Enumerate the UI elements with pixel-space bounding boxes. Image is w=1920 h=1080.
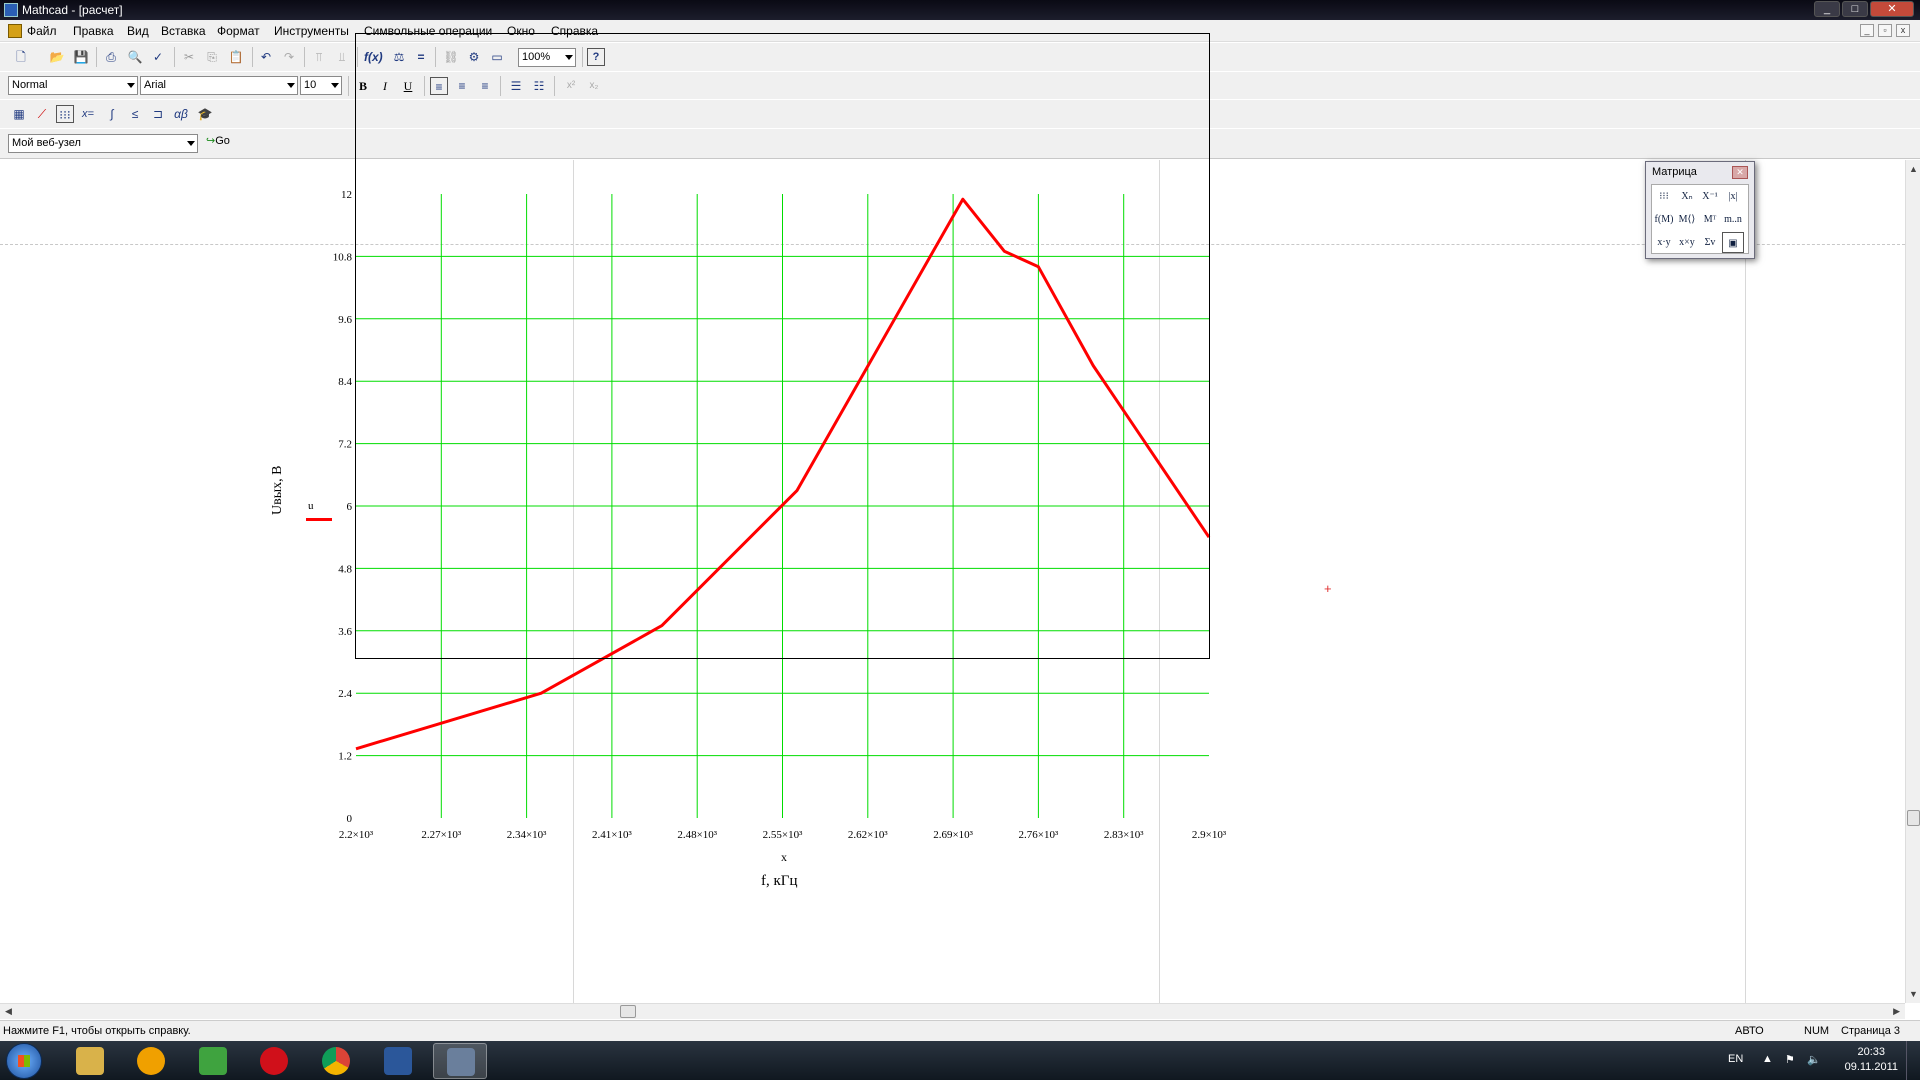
clock[interactable]: 20:33 09.11.2011 bbox=[1845, 1045, 1898, 1075]
y-tick-label: 0 bbox=[347, 813, 353, 825]
y-tick-label: 9.6 bbox=[338, 314, 352, 326]
palette-close-icon[interactable]: ✕ bbox=[1732, 166, 1748, 179]
word-icon bbox=[384, 1047, 412, 1075]
determinant-icon[interactable]: |x| bbox=[1722, 186, 1744, 207]
vertical-scrollbar[interactable]: ▲ ▼ bbox=[1905, 160, 1920, 1003]
y-tick-label: 2.4 bbox=[338, 688, 352, 700]
horizontal-scrollbar[interactable]: ◀ ▶ bbox=[0, 1003, 1905, 1019]
x-tick-label: 2.76×10³ bbox=[1019, 829, 1059, 841]
range-variable-icon[interactable]: m..n bbox=[1722, 209, 1744, 230]
matrix-palette[interactable]: Матрица ✕ ⁝⁝⁝ Xₙ X⁻¹ |x| f(M) M⟨⟩ Mᵀ m..… bbox=[1645, 161, 1755, 259]
y-tick-label: 1.2 bbox=[338, 751, 352, 763]
x-tick-label: 2.55×10³ bbox=[763, 829, 803, 841]
crosshair-cursor-icon: + bbox=[1324, 581, 1332, 596]
opera-icon bbox=[260, 1047, 288, 1075]
column-icon[interactable]: M⟨⟩ bbox=[1676, 209, 1698, 230]
vectorize-icon[interactable]: f(M) bbox=[1653, 209, 1675, 230]
taskbar-opera[interactable] bbox=[247, 1043, 301, 1079]
status-calc-mode: АВТО bbox=[1735, 1025, 1764, 1037]
taskbar-word[interactable] bbox=[371, 1043, 425, 1079]
taskbar-explorer[interactable] bbox=[63, 1043, 117, 1079]
show-desktop-button[interactable] bbox=[1906, 1041, 1920, 1080]
x-axis-label: f, кГц bbox=[761, 873, 798, 889]
matrix-palette-title: Матрица bbox=[1652, 166, 1697, 178]
y-tick-label: 3.6 bbox=[338, 626, 352, 638]
network-icon[interactable]: ⚑ bbox=[1785, 1053, 1795, 1066]
picture-icon[interactable]: ▣ bbox=[1722, 232, 1744, 253]
status-num-lock: NUM bbox=[1804, 1025, 1830, 1037]
tray-expand-icon[interactable]: ▲ bbox=[1762, 1053, 1773, 1065]
language-indicator[interactable]: EN bbox=[1728, 1053, 1743, 1065]
scroll-left-icon[interactable]: ◀ bbox=[5, 1006, 12, 1017]
x-tick-label: 2.2×10³ bbox=[339, 829, 374, 841]
matrix-palette-body: ⁝⁝⁝ Xₙ X⁻¹ |x| f(M) M⟨⟩ Mᵀ m..n x·y x×y … bbox=[1651, 184, 1749, 254]
vertical-scroll-thumb[interactable] bbox=[1907, 810, 1920, 826]
x-tick-label: 2.27×10³ bbox=[421, 829, 461, 841]
y-tick-label: 4.8 bbox=[338, 563, 352, 575]
subscript-index-icon[interactable]: Xₙ bbox=[1676, 186, 1698, 207]
clock-time: 20:33 bbox=[1857, 1046, 1886, 1058]
status-page: Страница 3 bbox=[1841, 1025, 1901, 1037]
taskbar-mathcad[interactable] bbox=[433, 1043, 487, 1079]
chrome-icon bbox=[322, 1047, 350, 1075]
volume-icon[interactable]: 🔈 bbox=[1807, 1053, 1821, 1066]
legend-trace-name[interactable]: u bbox=[308, 500, 314, 512]
clock-date: 09.11.2011 bbox=[1844, 1061, 1898, 1073]
horizontal-scroll-thumb[interactable] bbox=[620, 1005, 636, 1018]
y-tick-label: 10.8 bbox=[333, 251, 353, 263]
x-tick-label: 2.48×10³ bbox=[677, 829, 717, 841]
plot-frame bbox=[355, 33, 1210, 659]
scroll-up-icon[interactable]: ▲ bbox=[1909, 164, 1918, 174]
x-tick-label: 2.41×10³ bbox=[592, 829, 632, 841]
y-tick-label: 7.2 bbox=[338, 439, 352, 451]
x-tick-label: 2.34×10³ bbox=[507, 829, 547, 841]
taskbar-utorrent[interactable] bbox=[186, 1043, 240, 1079]
y-tick-label: 6 bbox=[347, 501, 353, 513]
start-button[interactable] bbox=[6, 1043, 42, 1079]
scroll-right-icon[interactable]: ▶ bbox=[1893, 1006, 1900, 1017]
scroll-down-icon[interactable]: ▼ bbox=[1909, 989, 1918, 999]
matrix-insert-icon[interactable]: ⁝⁝⁝ bbox=[1653, 186, 1675, 207]
y-tick-label: 12 bbox=[341, 189, 352, 201]
status-bar: Нажмите F1, чтобы открыть справку. АВТО … bbox=[0, 1020, 1920, 1041]
taskbar-chrome[interactable] bbox=[309, 1043, 363, 1079]
taskbar: EN ▲ ⚑ 🔈 20:33 09.11.2011 bbox=[0, 1041, 1920, 1080]
x-tick-label: 2.83×10³ bbox=[1104, 829, 1144, 841]
x-variable-label[interactable]: x bbox=[781, 850, 787, 865]
taskbar-aimp[interactable] bbox=[124, 1043, 178, 1079]
y-tick-label: 8.4 bbox=[338, 376, 352, 388]
folder-icon bbox=[76, 1047, 104, 1075]
vector-sum-icon[interactable]: Σv bbox=[1699, 232, 1721, 253]
legend-trace-line bbox=[306, 518, 332, 521]
transpose-icon[interactable]: Mᵀ bbox=[1699, 209, 1721, 230]
x-tick-label: 2.62×10³ bbox=[848, 829, 888, 841]
dot-product-icon[interactable]: x·y bbox=[1653, 232, 1675, 253]
x-tick-label: 2.69×10³ bbox=[933, 829, 973, 841]
utorrent-icon bbox=[199, 1047, 227, 1075]
aimp-icon bbox=[137, 1047, 165, 1075]
inverse-icon[interactable]: X⁻¹ bbox=[1699, 186, 1721, 207]
y-axis-label: Uвых, В bbox=[270, 465, 285, 515]
x-tick-label: 2.9×10³ bbox=[1192, 829, 1227, 841]
cross-product-icon[interactable]: x×y bbox=[1676, 232, 1698, 253]
status-help-text: Нажмите F1, чтобы открыть справку. bbox=[3, 1025, 191, 1037]
mathcad-icon bbox=[447, 1048, 475, 1076]
